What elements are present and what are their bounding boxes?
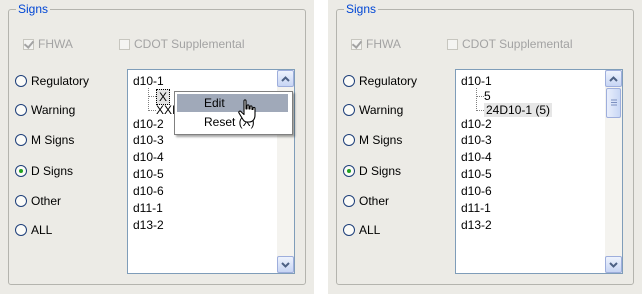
radio-label: D Signs <box>359 164 402 178</box>
signs-listbox[interactable]: d10-1 5 24D10-1 (5) d10-2 d10-3 d10-4 d1… <box>455 69 623 274</box>
list-item[interactable]: d13-2 <box>461 218 492 232</box>
radio-label: ALL <box>359 223 381 237</box>
radio-button[interactable] <box>343 195 355 207</box>
list-item[interactable]: d11-1 <box>133 201 163 215</box>
list-item[interactable]: d10-6 <box>461 184 492 198</box>
tree-line <box>476 96 484 111</box>
checkbox-box[interactable] <box>119 38 130 50</box>
list-item[interactable]: d10-1 <box>133 74 164 88</box>
left-panel: Signs FHWA CDOT Supplemental Regulatory … <box>0 0 314 294</box>
radio-button[interactable] <box>15 224 27 236</box>
radio-other[interactable]: Other <box>15 193 61 209</box>
scroll-up-button[interactable] <box>277 70 294 87</box>
radio-label: Other <box>359 194 390 208</box>
radio-button[interactable] <box>343 104 355 116</box>
radio-button[interactable] <box>15 104 27 116</box>
radio-label: M Signs <box>359 133 403 147</box>
radio-warning[interactable]: Warning <box>343 102 403 118</box>
radio-label: Warning <box>359 103 404 117</box>
group-title: Signs <box>16 2 51 16</box>
fhwa-checkbox[interactable]: FHWA <box>23 36 73 52</box>
radio-label: Other <box>31 194 62 208</box>
radio-label: Regulatory <box>31 74 90 88</box>
list-item[interactable]: 5 <box>484 89 491 103</box>
list-item[interactable]: d11-1 <box>461 201 491 215</box>
radio-regulatory[interactable]: Regulatory <box>15 73 89 89</box>
signs-groupbox: Signs FHWA CDOT Supplemental Regulatory … <box>8 2 306 285</box>
radio-label: ALL <box>31 223 53 237</box>
right-panel: Signs FHWA CDOT Supplemental Regulatory … <box>328 0 642 294</box>
checkbox-label: FHWA <box>366 37 401 51</box>
radio-button[interactable] <box>15 195 27 207</box>
hand-cursor-icon <box>238 99 256 123</box>
radio-all[interactable]: ALL <box>15 222 52 238</box>
list-item[interactable]: d10-3 <box>133 133 164 147</box>
checkbox-box[interactable] <box>447 38 458 50</box>
radio-label: Regulatory <box>359 74 418 88</box>
scroll-thumb[interactable] <box>606 88 621 118</box>
scroll-down-button[interactable] <box>605 256 622 273</box>
cdot-supplemental-checkbox[interactable]: CDOT Supplemental <box>447 36 573 52</box>
list-item[interactable]: 24D10-1 (5) <box>484 103 553 117</box>
group-title: Signs <box>344 2 379 16</box>
list-item[interactable]: d10-5 <box>133 167 164 181</box>
chevron-up-icon <box>281 75 290 82</box>
list-item[interactable]: d10-5 <box>461 167 492 181</box>
checkbox-label: FHWA <box>38 37 73 51</box>
radio-button[interactable] <box>343 224 355 236</box>
radio-all[interactable]: ALL <box>343 222 380 238</box>
radio-button[interactable] <box>15 75 27 87</box>
cdot-supplemental-checkbox[interactable]: CDOT Supplemental <box>119 36 245 52</box>
radio-label: M Signs <box>31 133 75 147</box>
radio-regulatory[interactable]: Regulatory <box>343 73 417 89</box>
vertical-scrollbar[interactable] <box>605 70 622 273</box>
list-item[interactable]: d13-2 <box>133 218 164 232</box>
radio-button[interactable] <box>343 75 355 87</box>
fhwa-checkbox[interactable]: FHWA <box>351 36 401 52</box>
checkbox-label: CDOT Supplemental <box>134 37 245 51</box>
context-menu: Edit Reset (X) <box>174 91 293 135</box>
radio-button[interactable] <box>15 134 27 146</box>
chevron-down-icon <box>281 261 290 268</box>
list-item[interactable]: d10-6 <box>133 184 164 198</box>
scroll-down-button[interactable] <box>277 256 294 273</box>
checkbox-box[interactable] <box>351 38 362 50</box>
menu-item-edit[interactable]: Edit <box>177 94 288 112</box>
list-item[interactable]: d10-4 <box>461 150 492 164</box>
chevron-down-icon <box>609 261 618 268</box>
menu-item-reset[interactable]: Reset (X) <box>177 113 288 131</box>
chevron-up-icon <box>609 75 618 82</box>
checkbox-label: CDOT Supplemental <box>462 37 573 51</box>
radio-d-signs[interactable]: D Signs <box>343 163 401 179</box>
radio-label: D Signs <box>31 164 74 178</box>
radio-m-signs[interactable]: M Signs <box>343 132 402 148</box>
list-item[interactable]: d10-1 <box>461 74 492 88</box>
radio-warning[interactable]: Warning <box>15 102 75 118</box>
scroll-up-button[interactable] <box>605 70 622 87</box>
tree-line <box>148 96 156 111</box>
radio-m-signs[interactable]: M Signs <box>15 132 74 148</box>
list-item[interactable]: d10-2 <box>133 117 164 131</box>
radio-d-signs[interactable]: D Signs <box>15 163 73 179</box>
signs-groupbox: Signs FHWA CDOT Supplemental Regulatory … <box>336 2 634 285</box>
checkbox-box[interactable] <box>23 38 34 50</box>
list-item[interactable]: d10-3 <box>461 133 492 147</box>
list-item[interactable]: XXI <box>156 103 175 117</box>
radio-label: Warning <box>31 103 76 117</box>
list-item[interactable]: d10-2 <box>461 117 492 131</box>
radio-button[interactable] <box>343 134 355 146</box>
radio-button[interactable] <box>343 165 355 177</box>
radio-other[interactable]: Other <box>343 193 389 209</box>
menu-item-label: Edit <box>204 96 225 110</box>
radio-button[interactable] <box>15 165 27 177</box>
grip-icon <box>611 99 617 106</box>
list-item[interactable]: d10-4 <box>133 150 164 164</box>
